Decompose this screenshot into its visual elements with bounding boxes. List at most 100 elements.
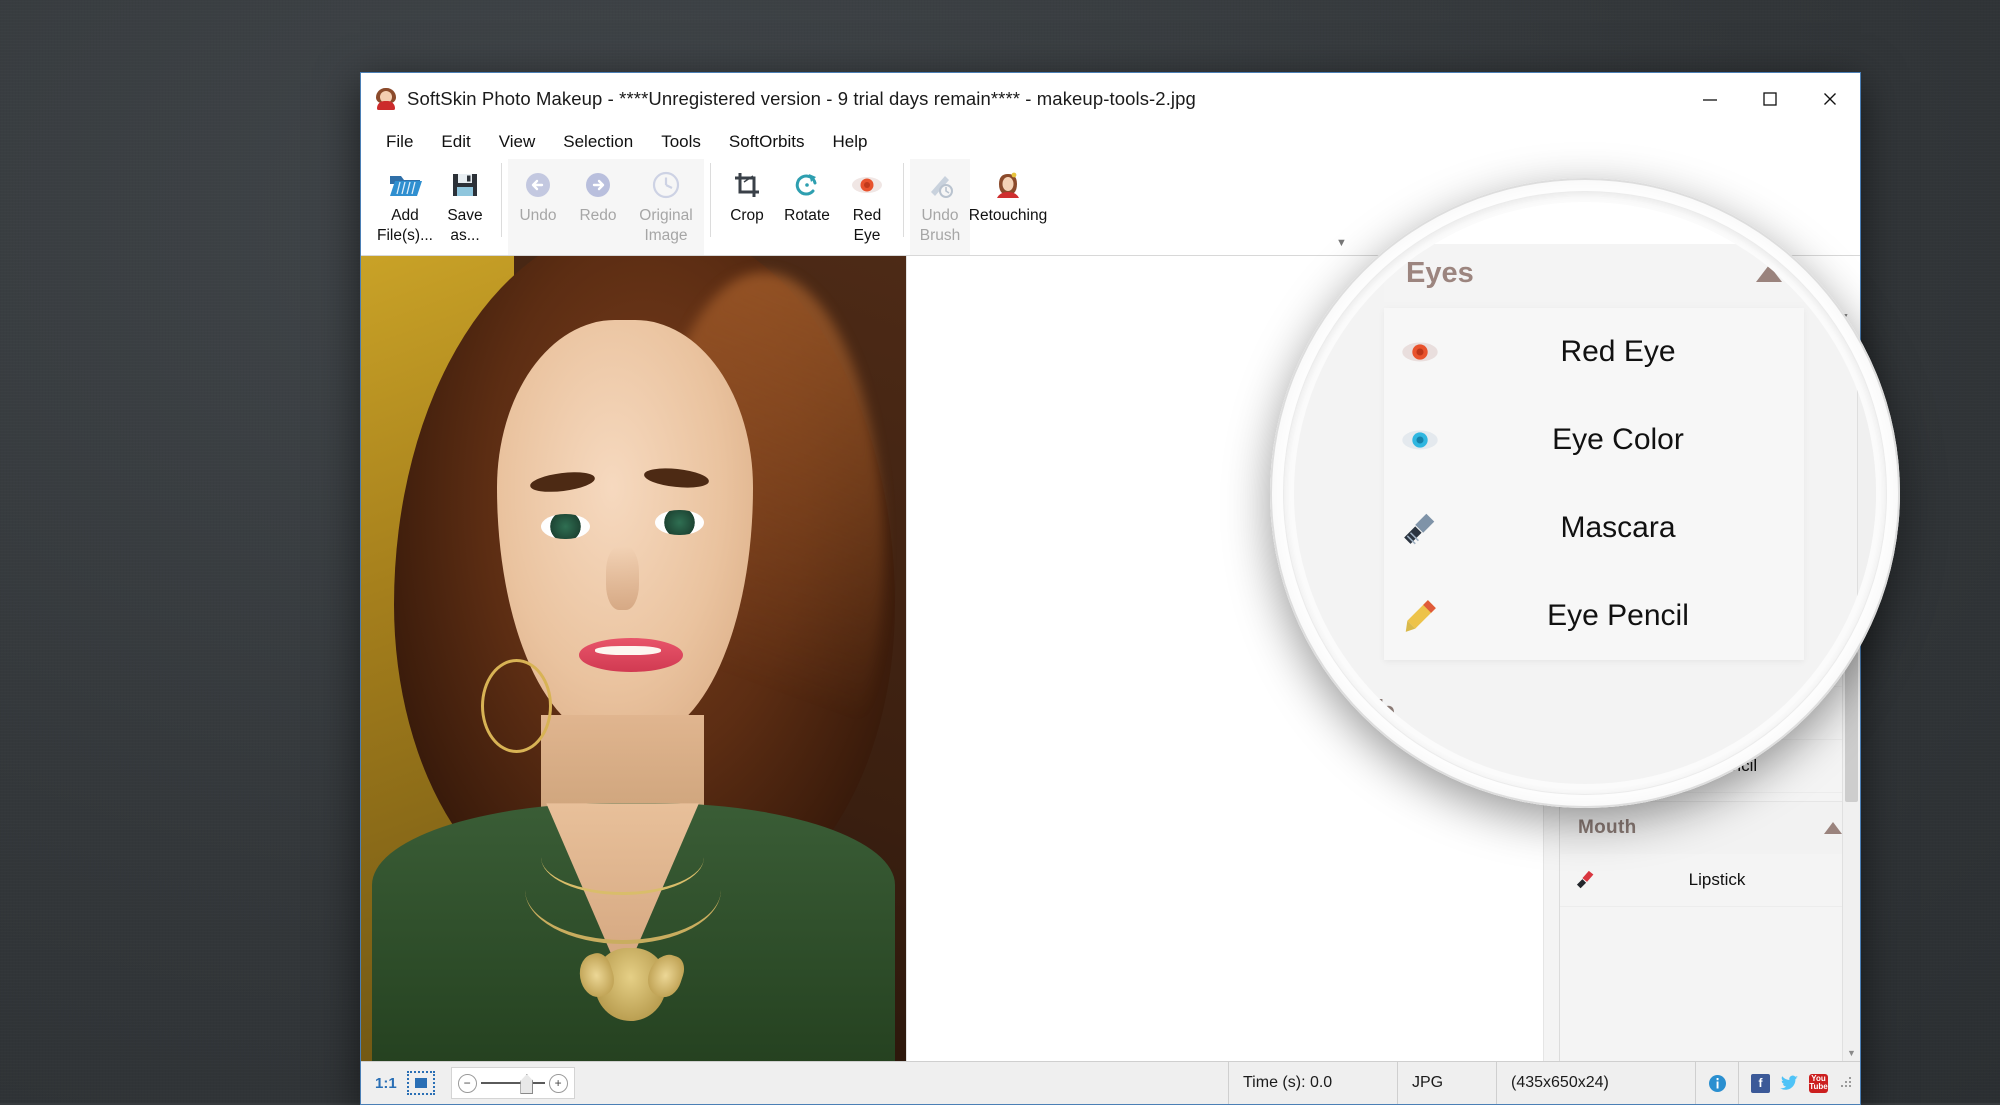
zoom-slider-thumb[interactable]	[520, 1074, 534, 1094]
zoom-in-button[interactable]: +	[548, 1073, 568, 1093]
save-as-button[interactable]: Save as...	[435, 159, 495, 245]
menu-softorbits[interactable]: SoftOrbits	[726, 130, 808, 154]
chevron-up-icon[interactable]	[1756, 264, 1782, 282]
lens-option-eye-color[interactable]: Eye Color	[1384, 396, 1804, 484]
maximize-button[interactable]	[1740, 73, 1800, 125]
menu-view[interactable]: View	[496, 130, 539, 154]
minimize-button[interactable]	[1680, 73, 1740, 125]
status-time: Time (s): 0.0	[1229, 1062, 1398, 1104]
lens-option-eye-pencil-label: Eye Pencil	[1547, 599, 1689, 632]
open-folder-icon	[387, 165, 423, 205]
lens-option-eye-color-label: Eye Color	[1552, 423, 1684, 456]
portrait-photo	[361, 256, 906, 1061]
toolbar-group-history: Undo Redo Original Image	[508, 159, 704, 255]
image-canvas[interactable]	[361, 256, 907, 1061]
section-mouth-title: Mouth	[1578, 817, 1637, 838]
lens-option-mascara[interactable]: Mascara	[1384, 484, 1804, 572]
red-eye-button[interactable]: Red Eye	[837, 159, 897, 245]
fit-to-window-icon[interactable]	[406, 1071, 435, 1095]
clock-history-icon	[651, 165, 681, 205]
menu-file-label: File	[386, 132, 414, 151]
undo-brush-label-1: Undo	[921, 207, 959, 224]
redo-button[interactable]: Redo	[568, 159, 628, 225]
magnifier-lens: Blush Eyes Red Eye Eye Color	[1270, 178, 1900, 808]
lens-section-eyes-title: Eyes	[1406, 256, 1474, 289]
retouching-label: Retouching	[968, 207, 1048, 224]
lens-option-mascara-label: Mascara	[1560, 511, 1676, 544]
lens-mouth-partial-label: th	[1364, 694, 1397, 732]
floppy-save-icon	[450, 165, 480, 205]
scroll-down-arrow-icon[interactable]: ▼	[1843, 1044, 1860, 1061]
menu-selection-label: Selection	[563, 132, 634, 151]
red-eye-icon	[851, 165, 883, 205]
original-image-label-1: Original	[639, 207, 693, 224]
toolbar-separator-1	[501, 163, 502, 237]
lens-section-eyes-header[interactable]: Eyes	[1384, 244, 1804, 302]
status-spacer	[575, 1062, 1229, 1104]
blue-eye-icon	[1384, 427, 1456, 453]
menu-file[interactable]: File	[383, 130, 416, 154]
save-as-label-1: Save	[447, 207, 483, 224]
close-button[interactable]	[1800, 73, 1860, 125]
lens-option-red-eye-label: Red Eye	[1560, 335, 1676, 368]
menu-softorbits-label: SoftOrbits	[728, 132, 805, 151]
menu-tools[interactable]: Tools	[658, 130, 704, 154]
rotate-icon	[792, 165, 822, 205]
add-files-label-2: File(s)...	[377, 227, 433, 244]
pencil-icon	[1384, 597, 1456, 635]
red-eye-label-2: Eye	[853, 227, 881, 244]
retouching-button[interactable]: Retouching	[968, 159, 1048, 225]
lens-option-eye-pencil[interactable]: Eye Pencil	[1384, 572, 1804, 660]
zoom-out-button[interactable]: −	[457, 1073, 477, 1093]
toolbar-group-retouch: Retouching	[968, 159, 1048, 255]
rotate-button[interactable]: Rotate	[777, 159, 837, 225]
chevron-up-icon[interactable]	[1824, 822, 1842, 834]
toolbar-group-brush: Undo Brush	[910, 159, 970, 255]
menu-edit[interactable]: Edit	[438, 130, 473, 154]
toolbar-group-edit: Crop Rotate Red Eye	[717, 159, 897, 255]
lens-glass: Blush Eyes Red Eye Eye Color	[1294, 202, 1876, 784]
red-eye-label-1: Red	[852, 207, 882, 224]
red-eye-icon	[1384, 339, 1456, 365]
option-lipstick[interactable]: Lipstick	[1560, 854, 1860, 907]
facebook-icon[interactable]: f	[1751, 1073, 1770, 1093]
retouching-woman-icon	[993, 165, 1023, 205]
zoom-slider-track[interactable]	[480, 1074, 545, 1094]
option-lipstick-label: Lipstick	[1688, 870, 1746, 889]
menu-view-label: View	[498, 132, 536, 151]
zoom-ratio-label: 1:1	[375, 1074, 397, 1092]
mascara-brush-icon	[1384, 509, 1456, 547]
crop-icon	[732, 165, 762, 205]
lipstick-icon	[1560, 869, 1614, 891]
status-bar: 1:1 − + Time (s): 0.0 JPG (435x650x24) f…	[361, 1061, 1860, 1104]
section-mouth-header[interactable]: Mouth	[1560, 802, 1860, 854]
twitter-icon[interactable]	[1780, 1074, 1799, 1093]
lens-option-list: Red Eye Eye Color Mascara Eye Pencil	[1384, 308, 1804, 660]
youtube-bottom-label: Tube	[1809, 1082, 1828, 1091]
zoom-slider[interactable]: − +	[450, 1067, 575, 1099]
menu-selection[interactable]: Selection	[560, 130, 636, 154]
menu-bar: File Edit View Selection Tools SoftOrbit…	[361, 125, 1860, 159]
menu-help[interactable]: Help	[829, 130, 870, 154]
original-image-label-2: Image	[644, 227, 688, 244]
crop-button[interactable]: Crop	[717, 159, 777, 225]
undo-brush-icon	[925, 165, 955, 205]
undo-button[interactable]: Undo	[508, 159, 568, 225]
resize-grip[interactable]	[1840, 1076, 1854, 1090]
add-files-label-1: Add	[391, 207, 419, 224]
window-title: SoftSkin Photo Makeup - ****Unregistered…	[407, 88, 1196, 109]
undo-arrow-icon	[523, 165, 553, 205]
title-bar: SoftSkin Photo Makeup - ****Unregistered…	[361, 73, 1860, 125]
youtube-icon[interactable]: You Tube	[1809, 1073, 1828, 1093]
info-icon[interactable]	[1696, 1062, 1739, 1104]
section-mouth: Mouth Lipstick	[1560, 801, 1860, 907]
undo-brush-button[interactable]: Undo Brush	[910, 159, 970, 245]
lens-option-red-eye[interactable]: Red Eye	[1384, 308, 1804, 396]
lens-content: Blush Eyes Red Eye Eye Color	[1294, 202, 1876, 784]
menu-help-label: Help	[832, 132, 868, 151]
toolbar-group-file: Add File(s)... Save as...	[375, 159, 495, 255]
add-files-button[interactable]: Add File(s)...	[375, 159, 435, 245]
rotate-label: Rotate	[784, 207, 830, 224]
original-image-button[interactable]: Original Image	[628, 159, 704, 245]
toolbar-separator-3	[903, 163, 904, 237]
